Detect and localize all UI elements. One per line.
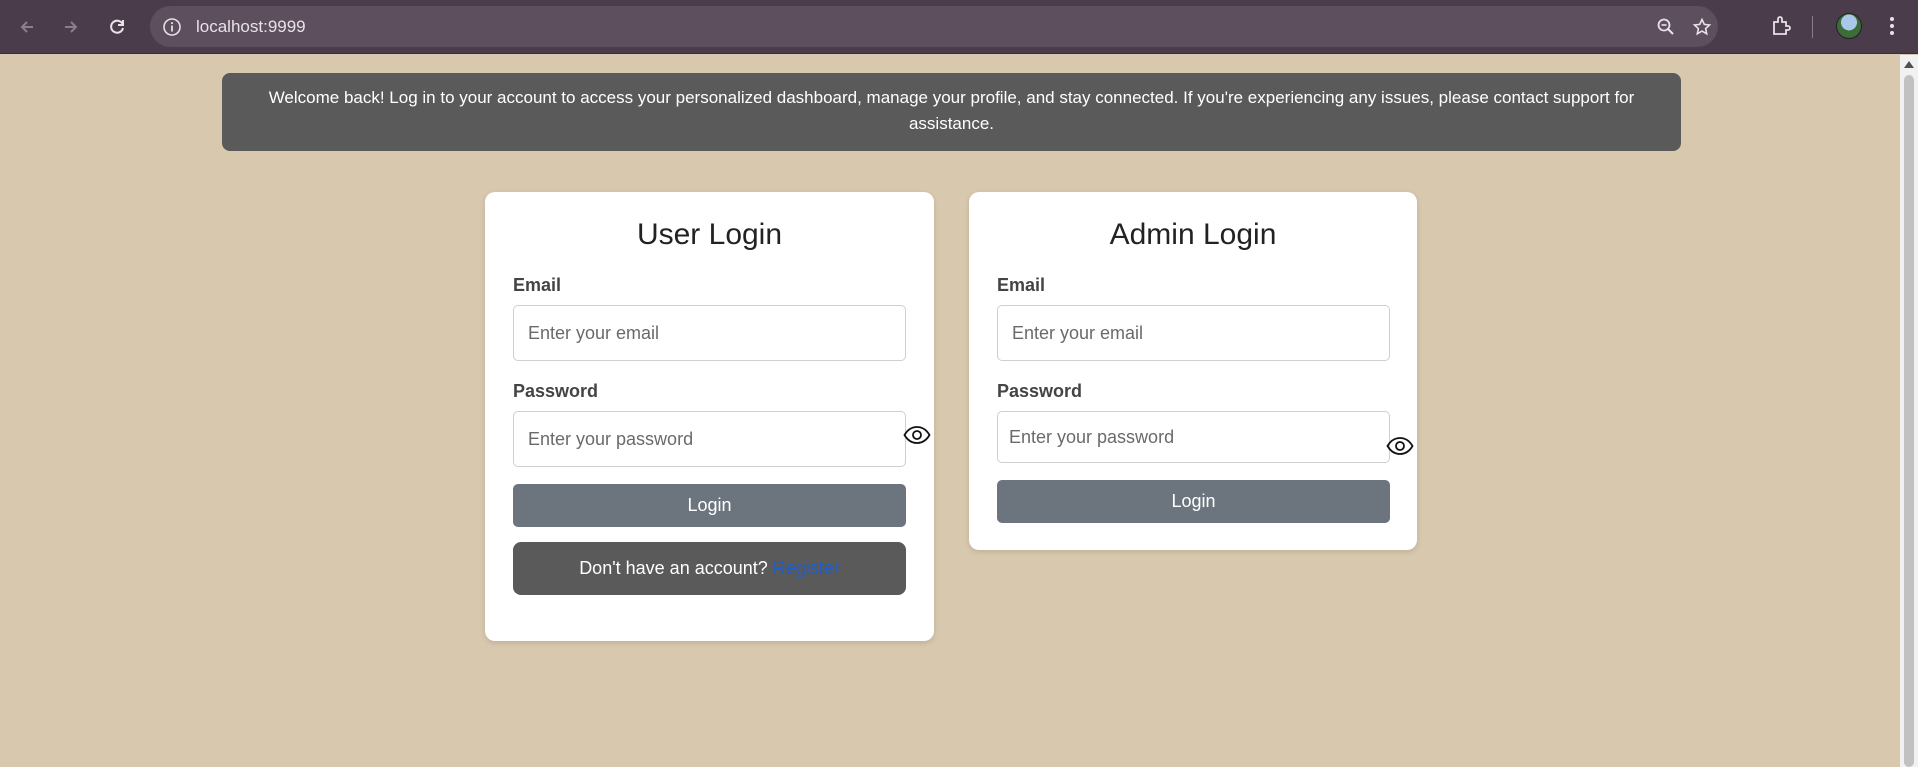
- admin-password-input[interactable]: [997, 411, 1390, 463]
- extensions-icon[interactable]: [1770, 14, 1794, 38]
- back-button[interactable]: [12, 12, 42, 42]
- url-text: localhost:9999: [196, 17, 306, 36]
- admin-login-card: Admin Login Email Password Login: [969, 192, 1417, 550]
- show-password-eye-icon[interactable]: [903, 426, 931, 444]
- admin-login-button[interactable]: Login: [997, 480, 1390, 523]
- user-password-label: Password: [513, 381, 599, 401]
- back-icon: [20, 21, 33, 33]
- reload-icon: [110, 19, 124, 34]
- user-login-title: User Login: [636, 218, 783, 251]
- menu-icon[interactable]: [1882, 14, 1902, 38]
- welcome-banner: Welcome back! Log in to your account to …: [222, 73, 1681, 151]
- forward-icon: [65, 21, 78, 33]
- site-info-icon[interactable]: [162, 17, 182, 37]
- register-link[interactable]: Register: [773, 558, 840, 579]
- zoom-icon[interactable]: [1656, 17, 1676, 37]
- user-email-label: Email: [513, 275, 562, 295]
- user-email-input[interactable]: [513, 305, 906, 361]
- scroll-up-arrow-icon[interactable]: [1904, 61, 1914, 68]
- user-password-input[interactable]: [513, 411, 906, 467]
- address-bar[interactable]: localhost:9999: [150, 6, 1718, 47]
- profile-avatar[interactable]: [1836, 13, 1862, 39]
- user-login-card: User Login Email Password Login Don't ha…: [485, 192, 934, 641]
- admin-email-label: Email: [997, 275, 1046, 295]
- admin-login-title: Admin Login: [1109, 218, 1277, 251]
- register-prompt-text: Don't have an account?: [579, 558, 768, 578]
- admin-email-input[interactable]: [997, 305, 1390, 361]
- bookmark-star-icon[interactable]: [1692, 17, 1712, 37]
- forward-button[interactable]: [56, 12, 86, 42]
- reload-button[interactable]: [102, 12, 132, 42]
- show-password-eye-icon[interactable]: [1386, 437, 1414, 455]
- register-prompt: Don't have an account? Register: [513, 542, 906, 595]
- user-login-button[interactable]: Login: [513, 484, 906, 527]
- scroll-thumb[interactable]: [1904, 75, 1914, 767]
- admin-password-label: Password: [997, 381, 1083, 401]
- toolbar-divider: [1812, 16, 1813, 38]
- welcome-text: Welcome back! Log in to your account to …: [268, 88, 1635, 133]
- page-scrollbar[interactable]: [1900, 55, 1918, 767]
- browser-toolbar: localhost:9999: [0, 0, 1918, 54]
